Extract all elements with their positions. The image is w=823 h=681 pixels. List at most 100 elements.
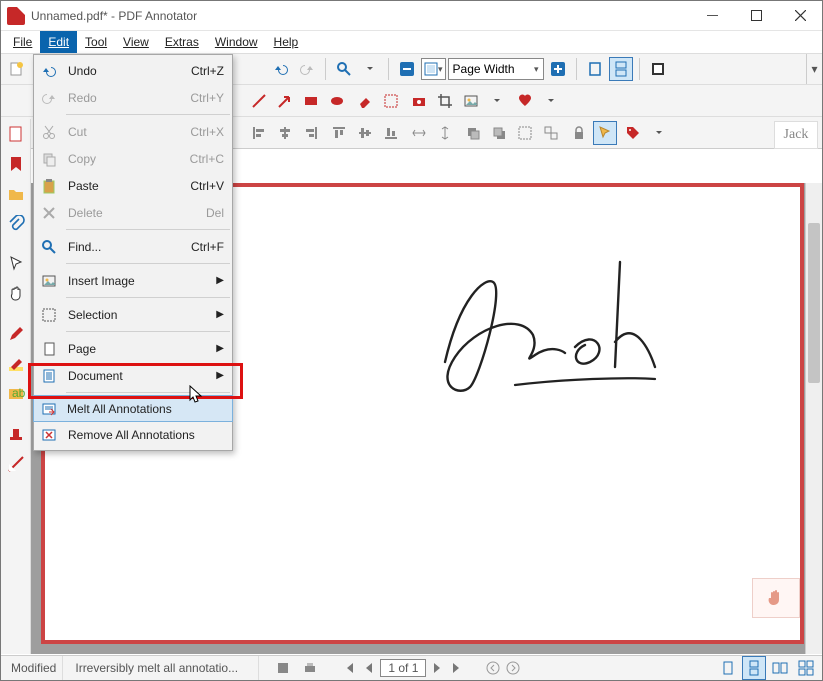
text-tool-icon[interactable]: abl <box>3 381 29 407</box>
find-dropdown[interactable] <box>358 57 382 81</box>
redo-button[interactable] <box>295 57 319 81</box>
menu-window[interactable]: Window <box>207 31 266 53</box>
menu-tool[interactable]: Tool <box>77 31 115 53</box>
submenu-arrow-icon: ▶ <box>216 370 224 381</box>
menu-file[interactable]: File <box>5 31 40 53</box>
align-center-h[interactable] <box>273 121 297 145</box>
pen-big-icon[interactable] <box>3 321 29 347</box>
continuous-page-button[interactable] <box>609 57 633 81</box>
folder-icon[interactable] <box>3 181 29 207</box>
layout-two-page-button[interactable] <box>768 656 792 680</box>
distribute-h[interactable] <box>407 121 431 145</box>
group-button[interactable] <box>513 121 537 145</box>
send-back[interactable] <box>487 121 511 145</box>
shape-tool-icon[interactable] <box>3 451 29 477</box>
prev-page-button[interactable] <box>360 659 378 677</box>
bookmark-icon[interactable] <box>3 151 29 177</box>
signature-preview[interactable]: Jack <box>774 121 818 149</box>
menu-item-paste[interactable]: PasteCtrl+V <box>34 172 232 199</box>
tag-button[interactable] <box>621 121 645 145</box>
page-number-field[interactable]: 1 of 1 <box>380 659 426 677</box>
menu-item-delete[interactable]: DeleteDel <box>34 199 232 226</box>
menu-extras[interactable]: Extras <box>157 31 207 53</box>
erase-area-tool[interactable] <box>379 89 403 113</box>
select-mode-button[interactable] <box>593 121 617 145</box>
distribute-v[interactable] <box>433 121 457 145</box>
arrow-tool[interactable] <box>273 89 297 113</box>
camera-tool[interactable] <box>407 89 431 113</box>
menu-item-selection[interactable]: Selection▶ <box>34 301 232 328</box>
zoom-out-button[interactable] <box>395 57 419 81</box>
next-page-button[interactable] <box>428 659 446 677</box>
undo-button[interactable] <box>269 57 293 81</box>
paste-icon <box>39 176 59 196</box>
layout-two-continuous-button[interactable] <box>794 656 818 680</box>
image-dropdown[interactable] <box>485 89 509 113</box>
page-icon[interactable] <box>3 121 29 147</box>
fullscreen-button[interactable] <box>646 57 670 81</box>
crop-tool[interactable] <box>433 89 457 113</box>
lock-button[interactable] <box>567 121 591 145</box>
align-left[interactable] <box>247 121 271 145</box>
save-status-icon[interactable] <box>271 656 295 680</box>
minimize-button[interactable] <box>690 1 734 31</box>
side-toolbar: abl <box>1 119 31 654</box>
last-page-button[interactable] <box>448 659 466 677</box>
attachment-icon[interactable] <box>3 211 29 237</box>
find-button[interactable] <box>332 57 356 81</box>
nav-forward-button[interactable] <box>504 659 522 677</box>
align-top[interactable] <box>327 121 351 145</box>
close-button[interactable] <box>778 1 822 31</box>
menu-bar: File Edit Tool View Extras Window Help <box>1 31 822 53</box>
menu-edit[interactable]: Edit <box>40 31 77 53</box>
align-middle-v[interactable] <box>353 121 377 145</box>
nav-back-button[interactable] <box>484 659 502 677</box>
menu-item-copy[interactable]: CopyCtrl+C <box>34 145 232 172</box>
image-tool[interactable] <box>459 89 483 113</box>
align-right[interactable] <box>299 121 323 145</box>
stamp-icon[interactable] <box>3 421 29 447</box>
window-title: Unnamed.pdf* - PDF Annotator <box>31 9 690 23</box>
eraser-tool[interactable] <box>353 89 377 113</box>
redo-icon <box>39 88 59 108</box>
menu-item-insert-image[interactable]: Insert Image▶ <box>34 267 232 294</box>
bring-front[interactable] <box>461 121 485 145</box>
menu-item-redo[interactable]: RedoCtrl+Y <box>34 84 232 111</box>
menu-item-cut[interactable]: CutCtrl+X <box>34 118 232 145</box>
menu-item-page[interactable]: Page▶ <box>34 335 232 362</box>
menu-item-undo[interactable]: UndoCtrl+Z <box>34 57 232 84</box>
menu-item-document[interactable]: Document▶ <box>34 362 232 389</box>
print-status-icon[interactable] <box>298 656 322 680</box>
rect-tool[interactable] <box>299 89 323 113</box>
favorite-tool[interactable] <box>513 89 537 113</box>
hand-icon[interactable] <box>3 281 29 307</box>
favorite-dropdown[interactable] <box>539 89 563 113</box>
layout-single-button[interactable] <box>716 656 740 680</box>
ungroup-button[interactable] <box>539 121 563 145</box>
highlighter-icon[interactable] <box>3 351 29 377</box>
maximize-button[interactable] <box>734 1 778 31</box>
status-modified: Modified <box>5 656 63 680</box>
tag-dropdown[interactable] <box>647 121 671 145</box>
vertical-scrollbar[interactable] <box>805 183 822 654</box>
menu-help[interactable]: Help <box>266 31 307 53</box>
status-hint: Irreversibly melt all annotatio... <box>69 656 259 680</box>
zoom-in-button[interactable] <box>546 57 570 81</box>
palm-reject-button[interactable] <box>752 578 800 618</box>
single-page-button[interactable] <box>583 57 607 81</box>
layout-continuous-button[interactable] <box>742 656 766 680</box>
arrow-cursor-icon[interactable] <box>3 251 29 277</box>
menu-item-remove-all[interactable]: Remove All Annotations <box>34 421 232 448</box>
menu-view[interactable]: View <box>115 31 157 53</box>
new-button[interactable] <box>5 57 29 81</box>
first-page-button[interactable] <box>340 659 358 677</box>
menu-item-melt-all[interactable]: Melt All Annotations <box>33 395 233 422</box>
undo-icon <box>39 61 59 81</box>
line-tool[interactable] <box>247 89 271 113</box>
align-bottom[interactable] <box>379 121 403 145</box>
zoom-mode-select[interactable]: Page Width▾ <box>448 58 544 80</box>
zoom-fit-select[interactable]: ▾ <box>421 58 446 80</box>
ellipse-tool[interactable] <box>325 89 349 113</box>
toolbar-overflow[interactable]: ▾ <box>806 54 822 84</box>
menu-item-find[interactable]: Find...Ctrl+F <box>34 233 232 260</box>
